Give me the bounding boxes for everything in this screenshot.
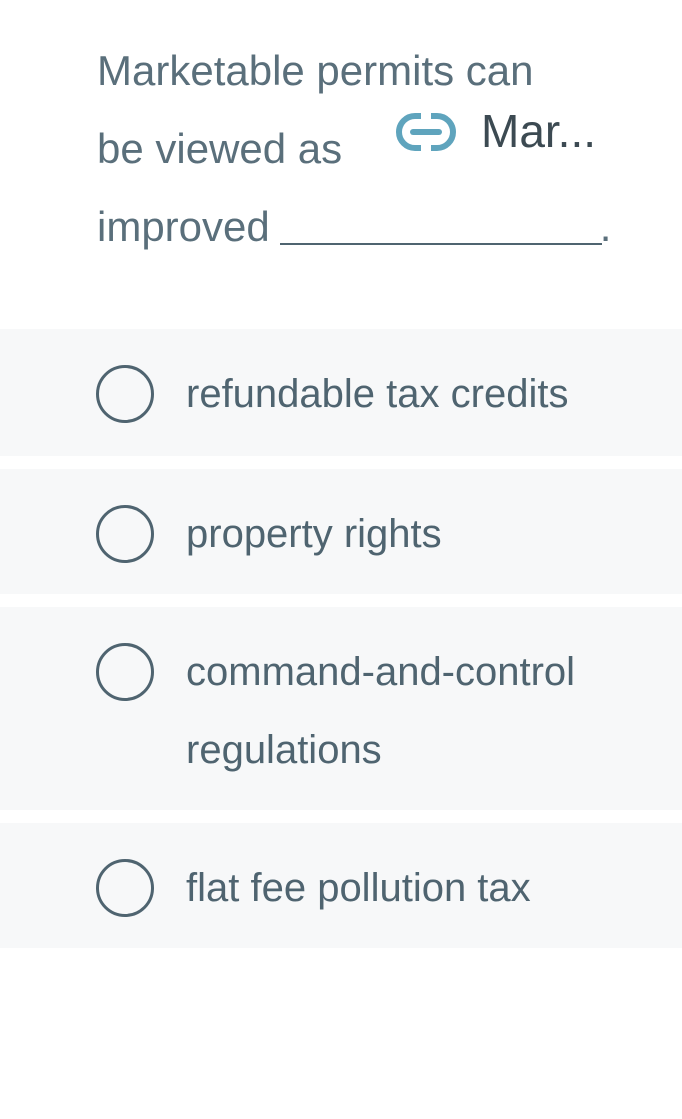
option-label: refundable tax credits [186,372,569,416]
radio-unselected-icon[interactable] [96,643,154,701]
option-command-and-control-regulations[interactable]: command-and-control regulations [0,607,682,810]
option-label: flat fee pollution tax [186,866,531,910]
question-period: . [599,203,612,250]
radio-unselected-icon[interactable] [96,505,154,563]
question-line-3: improved. [97,188,657,266]
option-label: command-and-control regulations [186,650,576,772]
option-property-rights[interactable]: property rights [0,469,682,594]
option-label: property rights [186,512,442,556]
option-refundable-tax-credits[interactable]: refundable tax credits [0,329,682,456]
link-icon [396,112,456,152]
question-text: Marketable permits can be viewed as Mar.… [97,32,657,266]
glossary-link[interactable]: Mar... [395,105,596,188]
radio-unselected-icon[interactable] [96,859,154,917]
question-line-3-text: improved [97,203,270,250]
question-line-2: be viewed as Mar... [97,105,657,188]
answer-blank [279,242,602,245]
question-line-2-text: be viewed as [97,125,343,172]
answer-options: refundable tax credits property rights c… [0,329,682,961]
option-flat-fee-pollution-tax[interactable]: flat fee pollution tax [0,823,682,948]
radio-unselected-icon[interactable] [96,365,154,423]
glossary-link-text[interactable]: Mar... [481,92,596,170]
